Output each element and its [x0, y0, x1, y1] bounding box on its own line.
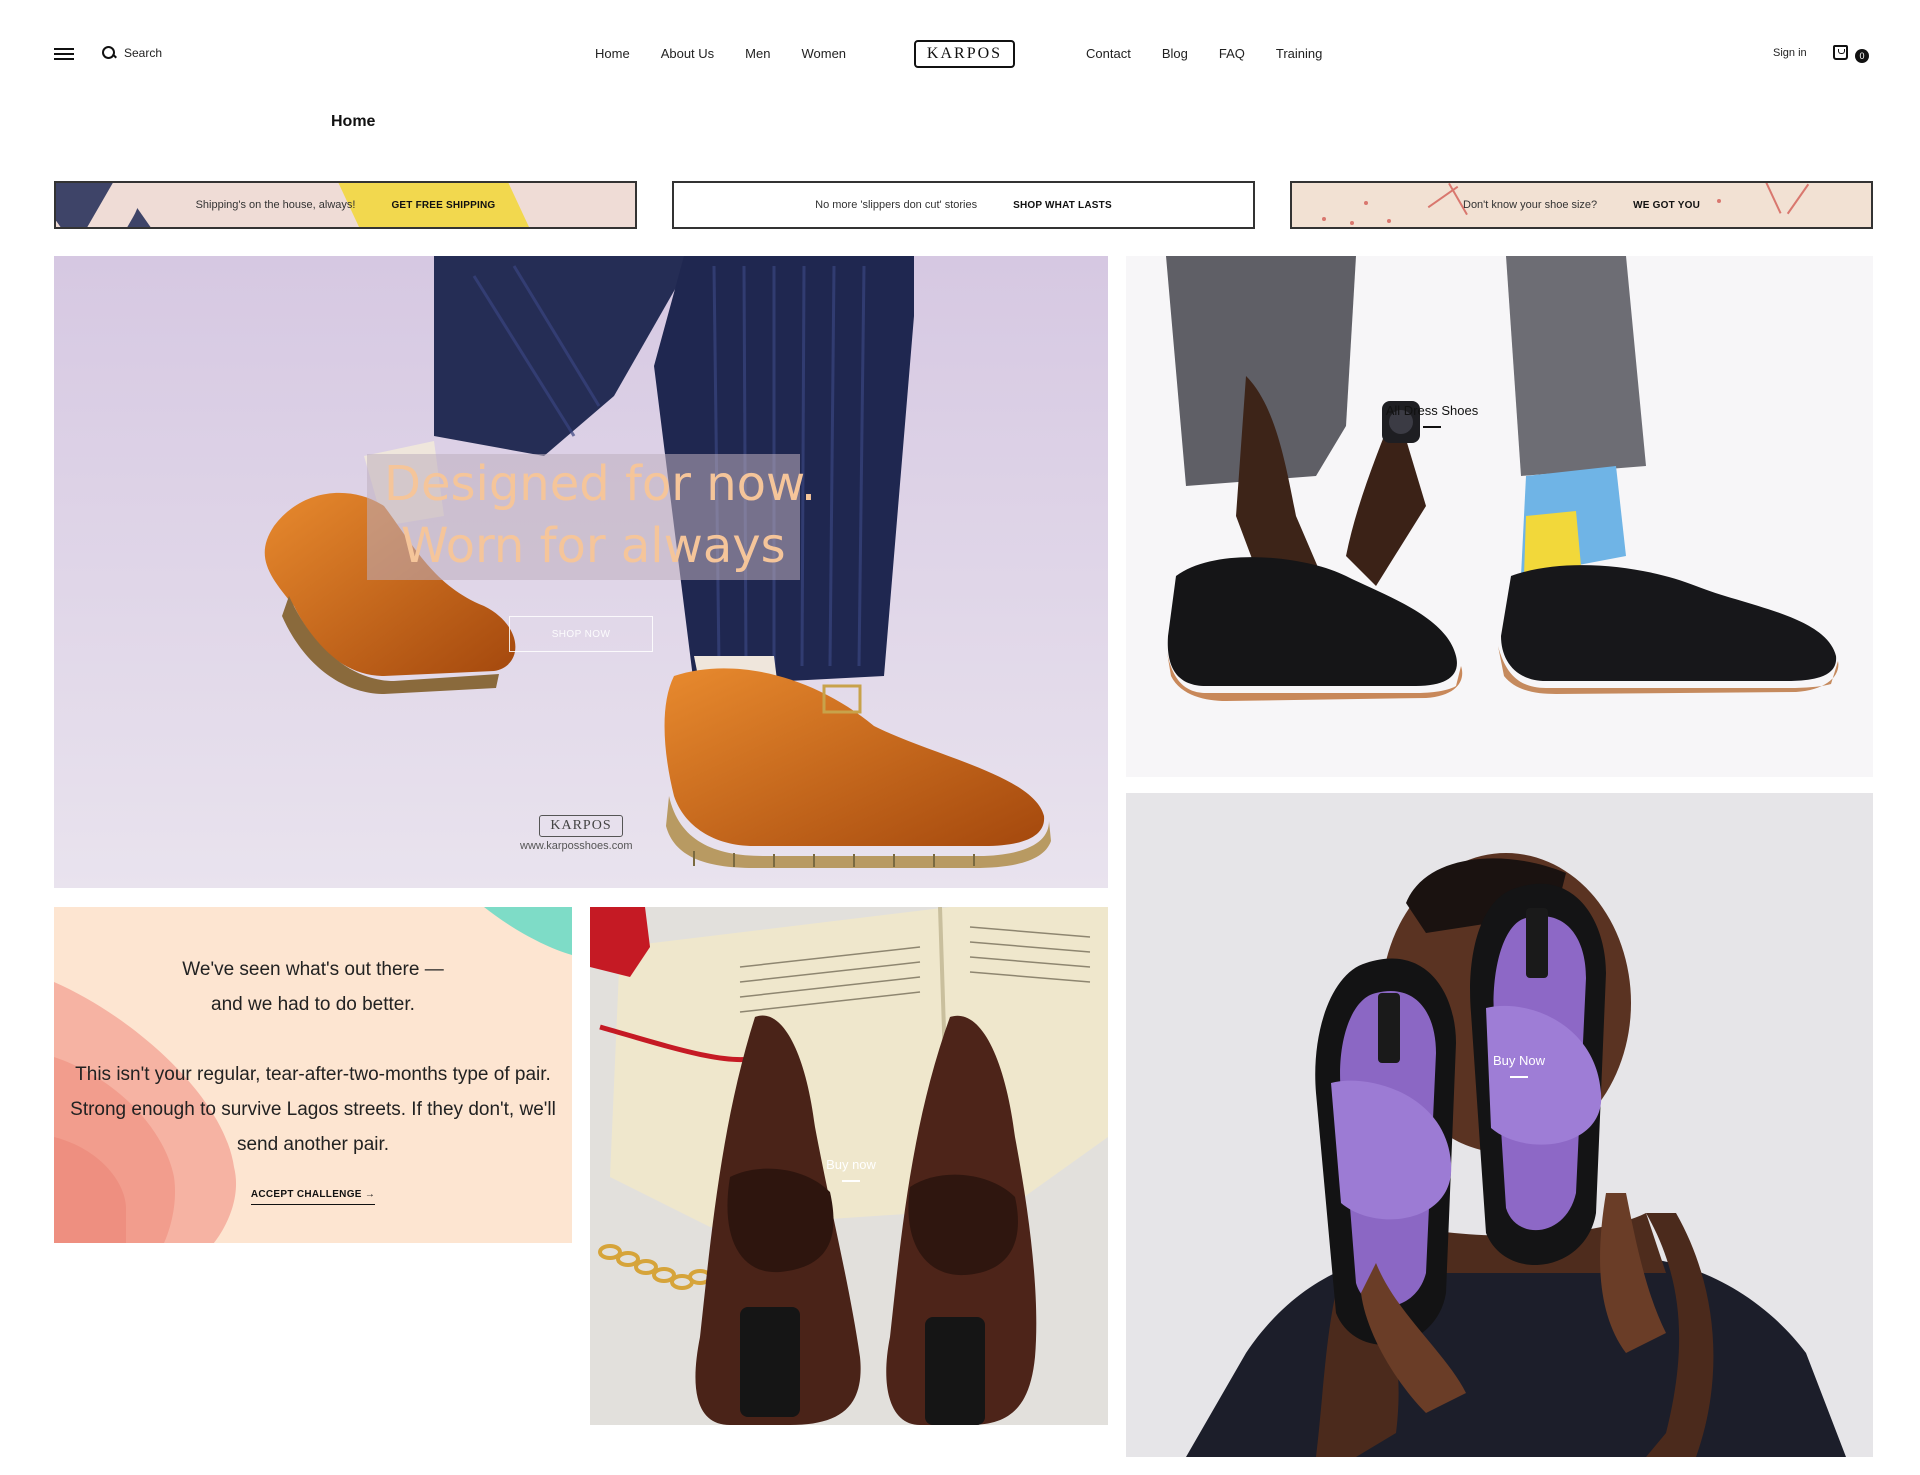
sandals-photo-illustration	[1126, 793, 1873, 1457]
sign-in-link[interactable]: Sign in	[1773, 47, 1807, 59]
page-title: Home	[331, 113, 376, 130]
we-got-you-link[interactable]: WE GOT YOU	[1633, 200, 1700, 211]
brand-logo[interactable]: KARPOS	[914, 40, 1015, 68]
cart-button[interactable]: 0	[1833, 44, 1873, 66]
shopping-bag-icon	[1833, 45, 1848, 60]
promo-banner-shipping[interactable]: Shipping's on the house, always! GET FRE…	[54, 181, 637, 229]
hero-headline-line-2: Worn for always	[401, 518, 786, 574]
site-header: Search Home About Us Men Women KARPOS Co…	[0, 0, 1920, 110]
banner-dot	[1717, 199, 1721, 203]
shop-what-lasts-link[interactable]: SHOP WHAT LASTS	[1013, 200, 1112, 211]
accept-challenge-label: ACCEPT CHALLENGE →	[250, 1189, 376, 1205]
sandals-tile[interactable]: Buy Now	[1126, 793, 1873, 1457]
search-label: Search	[124, 46, 163, 60]
promo-banner-size[interactable]: Don't know your shoe size? WE GOT YOU	[1290, 181, 1873, 229]
banner-dot	[1387, 219, 1391, 223]
primary-nav-left: Home About Us Men Women	[595, 46, 877, 61]
banner-message: Shipping's on the house, always!	[195, 199, 356, 211]
hero-headline-line-1: Designed for now.	[384, 456, 817, 512]
dress-shoes-tile[interactable]: All Dress Shoes	[1126, 256, 1873, 777]
dress-shoes-photo-illustration	[1126, 256, 1873, 777]
shop-now-button[interactable]: SHOP NOW	[509, 616, 653, 652]
banner-stroke	[1764, 183, 1782, 214]
search-icon	[102, 46, 116, 60]
story-heading-line-2: and we had to do better.	[211, 994, 415, 1015]
story-body-line-3: send another pair.	[236, 1134, 390, 1155]
hero-website-url: www.karposshoes.com	[520, 840, 633, 852]
nav-link-home[interactable]: Home	[595, 46, 630, 61]
banner-message: Don't know your shoe size?	[1463, 199, 1598, 211]
nav-link-women[interactable]: Women	[801, 46, 846, 61]
banner-message: No more 'slippers don cut' stories	[815, 199, 978, 211]
nav-link-men[interactable]: Men	[745, 46, 770, 61]
story-body-line-1: This isn't your regular, tear-after-two-…	[75, 1064, 551, 1085]
get-free-shipping-link[interactable]: GET FREE SHIPPING	[391, 200, 495, 211]
story-heading-line-1: We've seen what's out there —	[182, 959, 444, 980]
accept-challenge-link[interactable]: ACCEPT CHALLENGE →	[54, 1189, 572, 1205]
nav-link-about[interactable]: About Us	[661, 46, 714, 61]
brand-story-card: We've seen what's out there — and we had…	[54, 907, 572, 1243]
search-button[interactable]: Search	[102, 46, 162, 60]
nav-link-blog[interactable]: Blog	[1162, 46, 1188, 61]
slip-on-shoes-tile[interactable]: Buy now	[590, 907, 1108, 1425]
hero-image-tile[interactable]: Designed for now. Worn for always SHOP N…	[54, 256, 1108, 888]
promo-banner-durability[interactable]: No more 'slippers don cut' stories SHOP …	[672, 181, 1255, 229]
banner-stroke	[1786, 183, 1810, 215]
cart-count-badge: 0	[1855, 49, 1869, 63]
nav-link-faq[interactable]: FAQ	[1219, 46, 1245, 61]
story-body-line-2: Strong enough to survive Lagos streets. …	[70, 1099, 556, 1120]
nav-link-contact[interactable]: Contact	[1086, 46, 1131, 61]
primary-nav-right: Contact Blog FAQ Training	[1086, 46, 1353, 61]
hero-brand-logo: KARPOS	[539, 815, 623, 837]
all-dress-shoes-link[interactable]: All Dress Shoes	[1372, 403, 1492, 428]
banner-dot	[1322, 217, 1326, 221]
banner-dot	[1350, 221, 1354, 225]
banner-dot	[1364, 201, 1368, 205]
nav-link-training[interactable]: Training	[1276, 46, 1322, 61]
hamburger-menu-icon[interactable]	[54, 48, 74, 61]
buy-now-sandals-link[interactable]: Buy Now	[1474, 1053, 1564, 1078]
buy-now-slip-on-link[interactable]: Buy now	[803, 1157, 899, 1182]
